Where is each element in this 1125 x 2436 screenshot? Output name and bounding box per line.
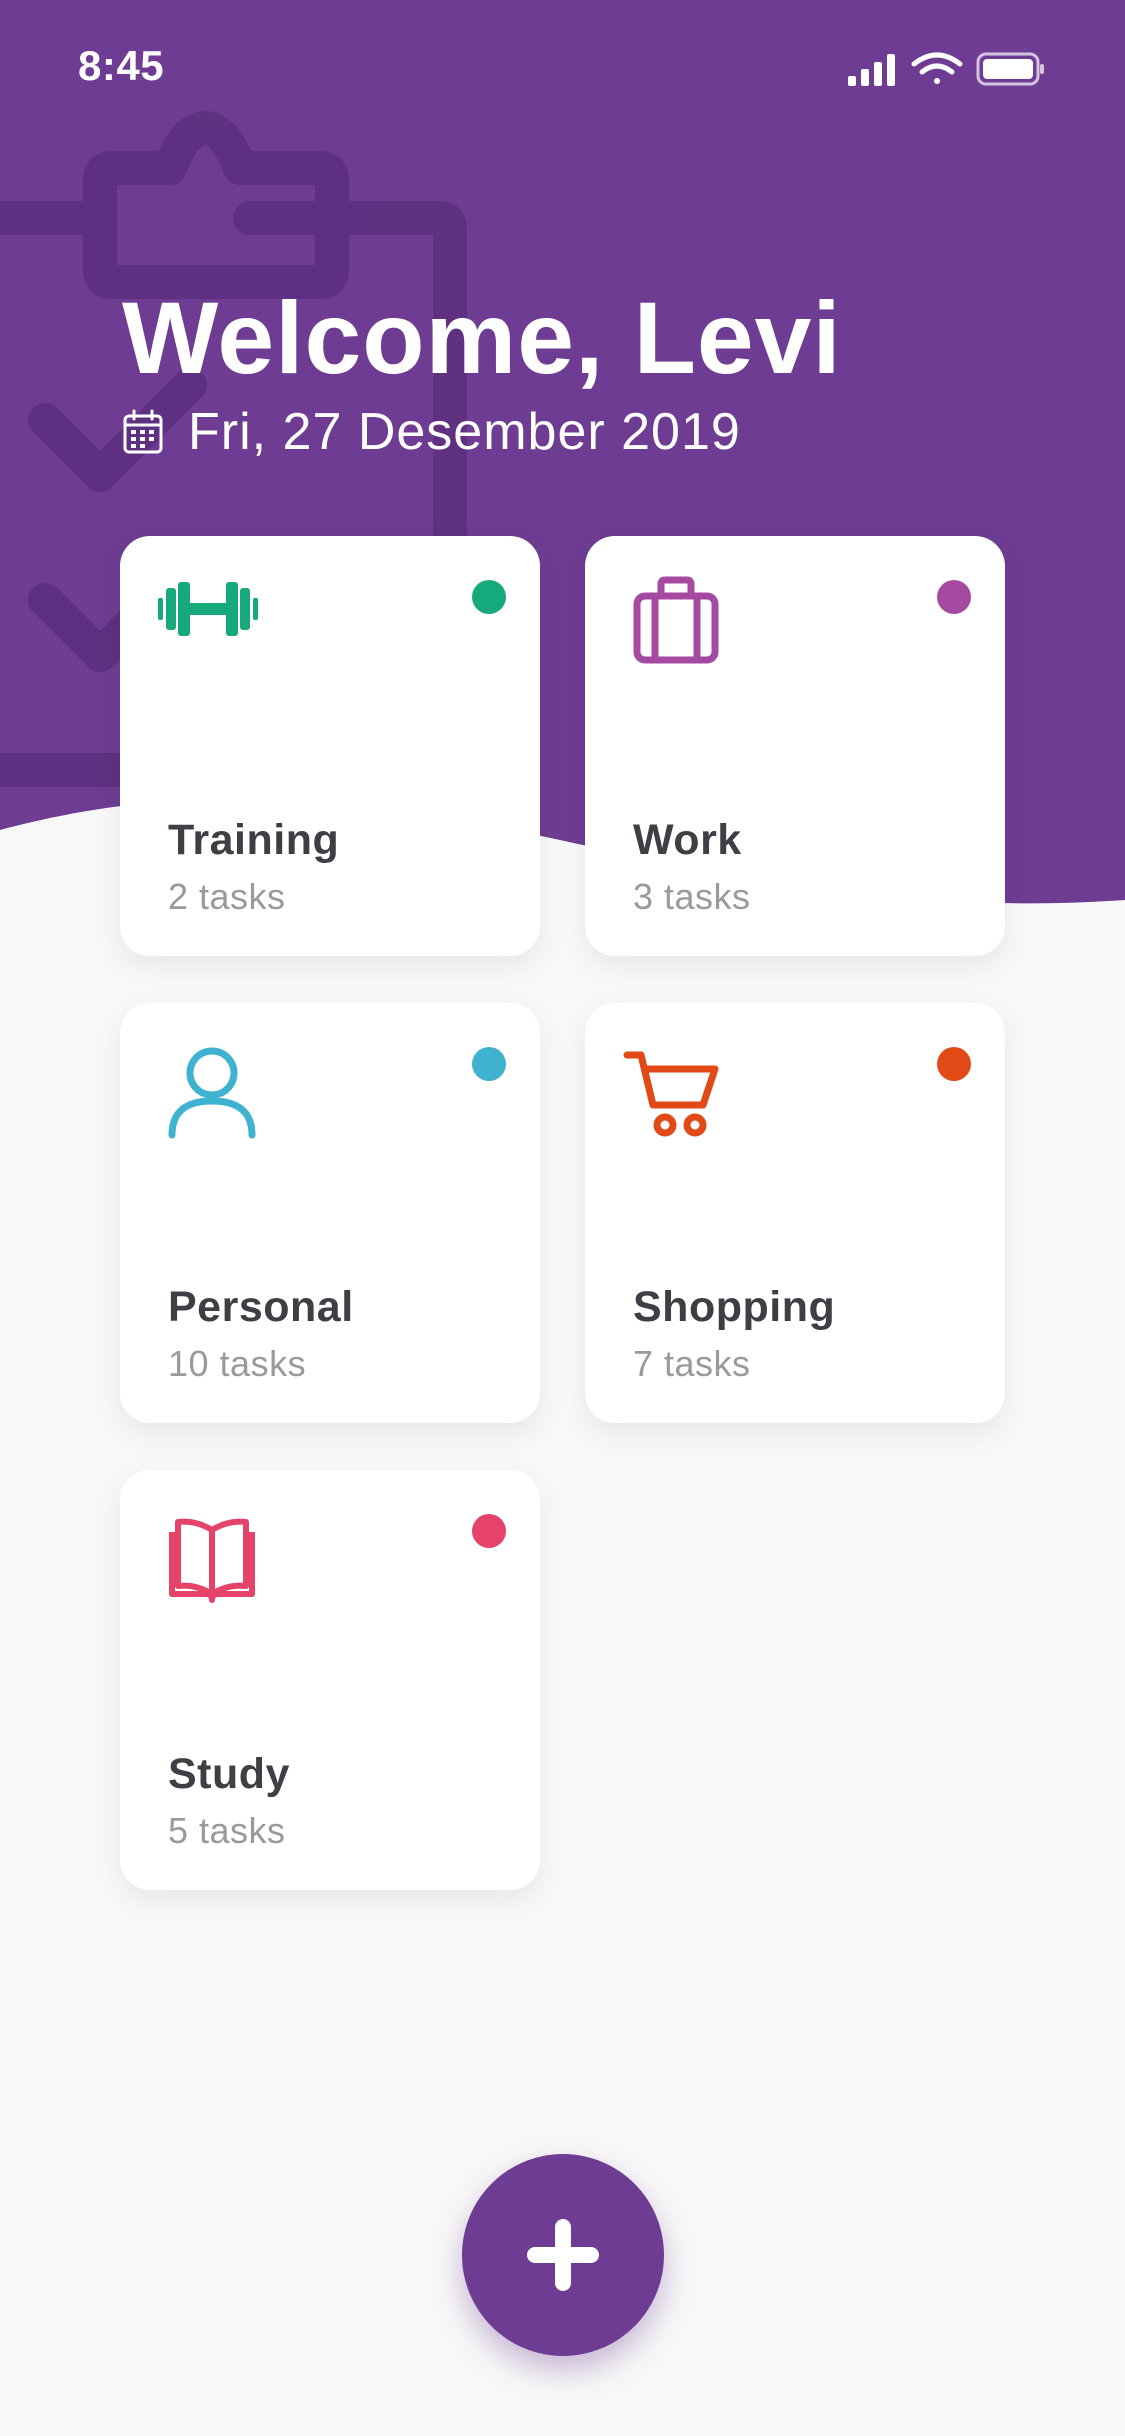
status-dot: [472, 1514, 506, 1548]
card-title: Work: [633, 816, 742, 864]
card-title: Personal: [168, 1283, 354, 1331]
task-count: 3 tasks: [633, 876, 751, 917]
status-bar: 8:45: [0, 0, 1125, 140]
cart-icon: [623, 1051, 719, 1137]
battery-icon: [976, 52, 1044, 86]
dumbbell-icon: [158, 582, 258, 636]
card-title: Shopping: [633, 1283, 836, 1331]
calendar-icon: [123, 409, 163, 454]
book-icon: [169, 1518, 255, 1603]
status-icons: [848, 52, 1044, 86]
task-count: 2 tasks: [168, 876, 286, 917]
signal-icon: [848, 54, 895, 86]
category-card-personal[interactable]: Personal 10 tasks: [120, 1003, 540, 1423]
status-dot: [472, 1047, 506, 1081]
task-count: 10 tasks: [168, 1343, 307, 1384]
status-dot: [937, 580, 971, 614]
category-card-work[interactable]: Work 3 tasks: [585, 536, 1005, 956]
task-count: 7 tasks: [633, 1343, 751, 1384]
briefcase-icon: [633, 576, 719, 664]
date-row: Fri, 27 Desember 2019: [122, 402, 741, 462]
date-text: Fri, 27 Desember 2019: [188, 403, 741, 461]
status-dot: [937, 1047, 971, 1081]
task-count: 5 tasks: [168, 1810, 286, 1851]
card-title: Training: [168, 816, 340, 864]
category-card-training[interactable]: Training 2 tasks: [120, 536, 540, 956]
category-card-shopping[interactable]: Shopping 7 tasks: [585, 1003, 1005, 1423]
category-card-study[interactable]: Study 5 tasks: [120, 1470, 540, 1890]
plus-icon: [527, 2219, 599, 2291]
status-time: 8:45: [78, 42, 165, 89]
app-screen: 8:45 Welcome, Levi Fri, 27 Desember 2019…: [0, 0, 1125, 2436]
card-title: Study: [168, 1750, 290, 1798]
status-dot: [472, 580, 506, 614]
wifi-icon: [911, 52, 963, 84]
person-icon: [168, 1047, 256, 1139]
welcome-heading: Welcome, Levi: [122, 281, 842, 395]
add-category-button[interactable]: [462, 2154, 664, 2356]
